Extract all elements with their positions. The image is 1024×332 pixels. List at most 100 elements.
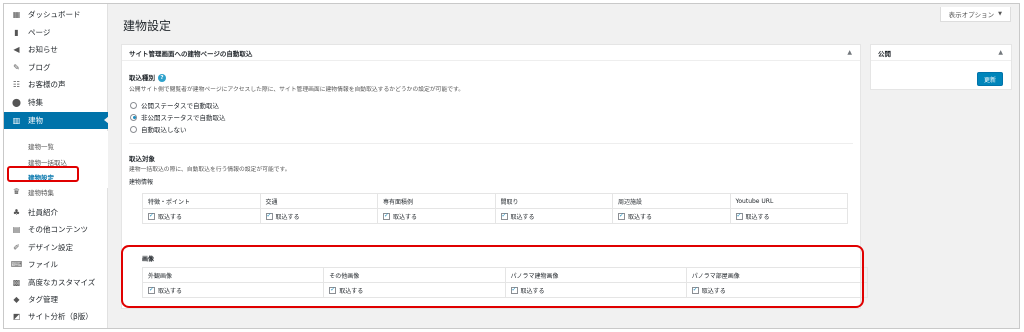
- checkbox-label: 取込する: [393, 213, 418, 221]
- paint-icon: ✐: [13, 242, 20, 252]
- admin-window: ▦ ダッシュボード ▮ ページ ◀ お知らせ ✎ ブログ ☷ お客様の声 ⬤ 特集 ▥ 建物建物一覧建物一…: [3, 3, 1020, 329]
- divider: [129, 143, 853, 144]
- radio-button[interactable]: [130, 101, 137, 109]
- building-info-table: 特徴・ポイント 交通 専有面積例 間取り 周辺施設 Youtube URL ✓ 取…: [142, 193, 848, 224]
- chevron-down-icon: ▼: [998, 11, 1002, 17]
- page-title: 建物設定: [123, 19, 172, 33]
- checkbox-field[interactable]: ✓ 取込する: [148, 212, 259, 221]
- sidebar-item-3[interactable]: ✎ ブログ: [4, 59, 108, 76]
- table-cell: ✓ 取込する: [142, 208, 261, 224]
- sidebar-item-label: サイト分析（β版）: [28, 312, 93, 322]
- sidebar-item-after-2[interactable]: ✐ デザイン設定: [4, 239, 108, 256]
- checkmark-icon[interactable]: ✓: [500, 212, 508, 220]
- sidebar-item-after-4[interactable]: ▩ 高度なカスタマイズ: [4, 274, 108, 291]
- sidebar-item-label: その他コンテンツ: [28, 225, 88, 235]
- sidebar-item-5[interactable]: ⬤ 特集: [4, 94, 108, 111]
- megaphone-icon: ◀: [13, 45, 20, 55]
- checkbox-label: 取込する: [510, 213, 535, 221]
- building-icon: ▥: [12, 115, 21, 125]
- sidebar-item-6[interactable]: ▥ 建物: [4, 111, 109, 129]
- table-row: ✓ 取込する ✓ 取込する ✓ 取込する ✓ 取込する ✓ 取込する ✓ 取込する: [142, 208, 848, 224]
- sidebar-item-label: 建物特集: [28, 188, 54, 197]
- sidebar-item-1[interactable]: ▮ ページ: [4, 24, 108, 41]
- code-icon: ▩: [12, 277, 21, 287]
- collapse-arrow-icon[interactable]: ▲: [847, 49, 852, 56]
- table-header-row: 特徴・ポイント 交通 専有面積例 間取り 周辺施設 Youtube URL: [142, 193, 848, 209]
- checkmark-icon[interactable]: ✓: [735, 212, 743, 220]
- checkmark-icon[interactable]: ✓: [383, 212, 390, 220]
- sidebar-item-after-6[interactable]: ◩ サイト分析（β版）: [4, 308, 108, 325]
- sidebar-item-label: お知らせ: [28, 45, 58, 55]
- sidebar-item-label: ブログ: [28, 62, 51, 72]
- publish-title: 公開: [878, 49, 891, 58]
- checkbox-field[interactable]: ✓ 取込する: [265, 212, 377, 221]
- screen-options-button[interactable]: 表示オプション ▼: [939, 7, 1011, 22]
- collapse-arrow-icon[interactable]: ▲: [998, 49, 1003, 56]
- postbox-title: サイト管理画面への建物ページの自動取込: [129, 49, 253, 58]
- pencil-icon: ✎: [13, 62, 20, 72]
- highlight-images-section: [121, 245, 864, 308]
- table-cell: ✓ 取込する: [729, 208, 848, 224]
- sidebar-item-after-3[interactable]: ⌨ ファイル: [4, 256, 108, 273]
- radio-label: 公開ステータスで自動取込: [141, 102, 219, 110]
- checkbox-field[interactable]: ✓ 取込する: [618, 212, 729, 221]
- radio-option-private[interactable]: 非公開ステータスで自動取込: [130, 112, 226, 122]
- sidebar-item-label: ページ: [28, 27, 51, 37]
- checkbox-label: 取込する: [158, 213, 183, 221]
- radio-button-selected[interactable]: [130, 113, 137, 121]
- document-icon: ▤: [12, 225, 21, 235]
- sidebar-item-label: 社員紹介: [28, 208, 58, 217]
- radio-label: 自動取込しない: [141, 126, 187, 134]
- sidebar-item-0[interactable]: ▦ ダッシュボード: [4, 6, 108, 23]
- groups-icon: ☷: [12, 80, 21, 90]
- column-header: 交通: [259, 193, 378, 209]
- pin-icon: ⬤: [12, 98, 21, 107]
- update-button[interactable]: 更新: [977, 72, 1003, 86]
- import-type-description: 公開サイト側で閲覧者が建物ページにアクセスした際に、サイト管理画面に建物情報を自…: [129, 87, 465, 93]
- help-icon[interactable]: ?: [158, 74, 166, 82]
- radio-label: 非公開ステータスで自動取込: [141, 114, 226, 122]
- chart-icon: ◩: [12, 312, 21, 322]
- sidebar-item-building-feature[interactable]: ♛ 建物特集: [4, 183, 108, 200]
- crown-icon: ♛: [12, 187, 21, 196]
- building-info-label: 建物情報: [129, 179, 154, 186]
- sitemap-icon: ♣: [12, 208, 21, 217]
- table-cell: ✓ 取込する: [259, 208, 378, 224]
- sidebar-item-label: ファイル: [28, 260, 58, 270]
- table-cell: ✓ 取込する: [377, 208, 496, 224]
- checkmark-icon[interactable]: ✓: [148, 212, 155, 220]
- column-header: 特徴・ポイント: [142, 193, 261, 209]
- radio-option-none[interactable]: 自動取込しない: [130, 124, 187, 134]
- submenu-item[interactable]: 建物一覧: [4, 139, 108, 153]
- import-target-description: 建物一括取込の際に、自動取込を行う情報の設定が可能です。: [129, 167, 291, 173]
- screen-options-label: 表示オプション: [948, 11, 995, 19]
- column-header: Youtube URL: [729, 193, 848, 209]
- checkbox-label: 取込する: [275, 213, 300, 221]
- publish-header[interactable]: 公開 ▲: [871, 45, 1011, 61]
- sidebar-item-label: タグ管理: [28, 295, 58, 304]
- radio-button[interactable]: [130, 125, 137, 133]
- sidebar-item-after-0[interactable]: ♣ 社員紹介: [4, 204, 108, 221]
- tag-icon: ◆: [13, 295, 20, 304]
- publish-postbox: 公開 ▲ 更新: [870, 44, 1012, 90]
- radio-option-public[interactable]: 公開ステータスで自動取込: [130, 100, 219, 110]
- sidebar-item-2[interactable]: ◀ お知らせ: [4, 41, 108, 58]
- sidebar-item-label: 特集: [28, 98, 43, 107]
- sidebar-item-4[interactable]: ☷ お客様の声: [4, 76, 108, 93]
- checkbox-field[interactable]: ✓ 取込する: [383, 212, 494, 221]
- sidebar-item-label: デザイン設定: [28, 242, 73, 252]
- checkmark-icon[interactable]: ✓: [265, 212, 273, 220]
- sidebar-item-after-5[interactable]: ◆ タグ管理: [4, 291, 108, 308]
- column-header: 周辺施設: [612, 193, 731, 209]
- checkbox-field[interactable]: ✓ 取込する: [500, 212, 612, 221]
- sidebar-item-after-1[interactable]: ▤ その他コンテンツ: [4, 221, 108, 238]
- checkmark-icon[interactable]: ✓: [618, 212, 625, 220]
- postbox-header[interactable]: サイト管理画面への建物ページの自動取込 ▲: [122, 45, 860, 61]
- highlight-settings-menu: [7, 166, 79, 182]
- checkbox-field[interactable]: ✓ 取込する: [735, 212, 847, 221]
- folder-icon: ⌨: [10, 260, 23, 270]
- sidebar-item-label: お客様の声: [28, 80, 66, 90]
- table-cell: ✓ 取込する: [612, 208, 731, 224]
- sidebar-item-label: ダッシュボード: [28, 10, 81, 19]
- sidebar-item-label: 建物: [28, 115, 43, 125]
